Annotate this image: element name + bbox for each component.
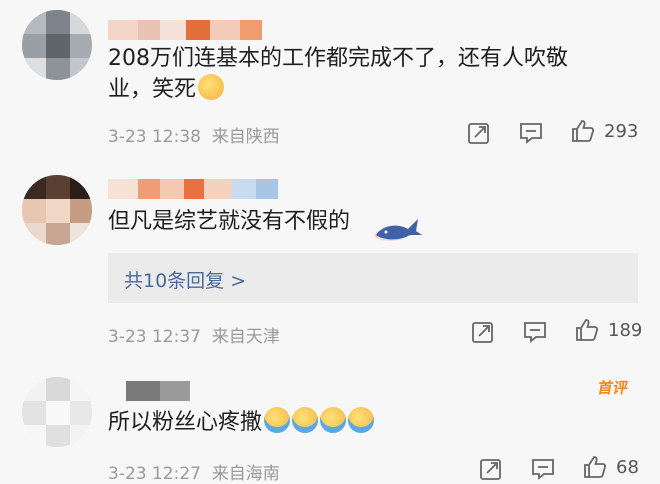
thumbs-up-icon[interactable] xyxy=(582,454,608,480)
comment-item: 208万们连基本的工作都完成不了，还有人吹敬 业，笑死 3-23 12:38 来… xyxy=(0,0,660,160)
thumbs-up-icon[interactable] xyxy=(570,118,596,144)
comment-icon[interactable] xyxy=(530,456,556,482)
share-icon[interactable] xyxy=(478,456,504,482)
comment-item: 但凡是综艺就没有不假的 共10条回复 > 3-23 12:37 来自天津 189 xyxy=(0,165,660,355)
like-count: 189 xyxy=(608,320,643,341)
first-comment-badge: 首评 xyxy=(596,379,630,397)
share-icon[interactable] xyxy=(470,319,496,345)
username-blurred[interactable] xyxy=(126,381,190,401)
thumbs-up-icon[interactable] xyxy=(574,317,600,343)
crying-laughing-icon xyxy=(320,407,347,433)
comment-text: 但凡是综艺就没有不假的 xyxy=(108,209,351,234)
comment-actions: 293 xyxy=(0,118,660,148)
replies-label[interactable]: 共10条回复 > xyxy=(124,266,246,293)
comment-actions: 189 xyxy=(0,317,660,347)
like-count: 293 xyxy=(604,121,639,142)
crying-laughing-icon xyxy=(292,407,319,433)
share-icon[interactable] xyxy=(466,120,492,146)
comment-text: 208万们连基本的工作都完成不了，还有人吹敬 业，笑死 xyxy=(108,46,568,102)
comment-actions: 68 xyxy=(0,454,660,484)
laughing-face-icon xyxy=(198,74,225,100)
username-blurred[interactable] xyxy=(108,20,262,40)
crying-laughing-icon xyxy=(264,407,291,433)
avatar[interactable] xyxy=(22,10,92,80)
comment-icon[interactable] xyxy=(522,319,548,345)
whale-sticker-icon xyxy=(374,219,422,241)
like-count: 68 xyxy=(616,457,639,478)
replies-expander[interactable]: 共10条回复 > xyxy=(108,253,638,303)
avatar[interactable] xyxy=(22,377,92,447)
comment-item: 首评 所以粉丝心疼撒 3-23 12:27 来自海南 68 xyxy=(0,365,660,484)
crying-laughing-icon xyxy=(348,407,375,433)
comment-icon[interactable] xyxy=(518,120,544,146)
comment-text: 所以粉丝心疼撒 xyxy=(108,407,375,438)
username-blurred[interactable] xyxy=(108,179,278,199)
avatar[interactable] xyxy=(22,175,92,245)
